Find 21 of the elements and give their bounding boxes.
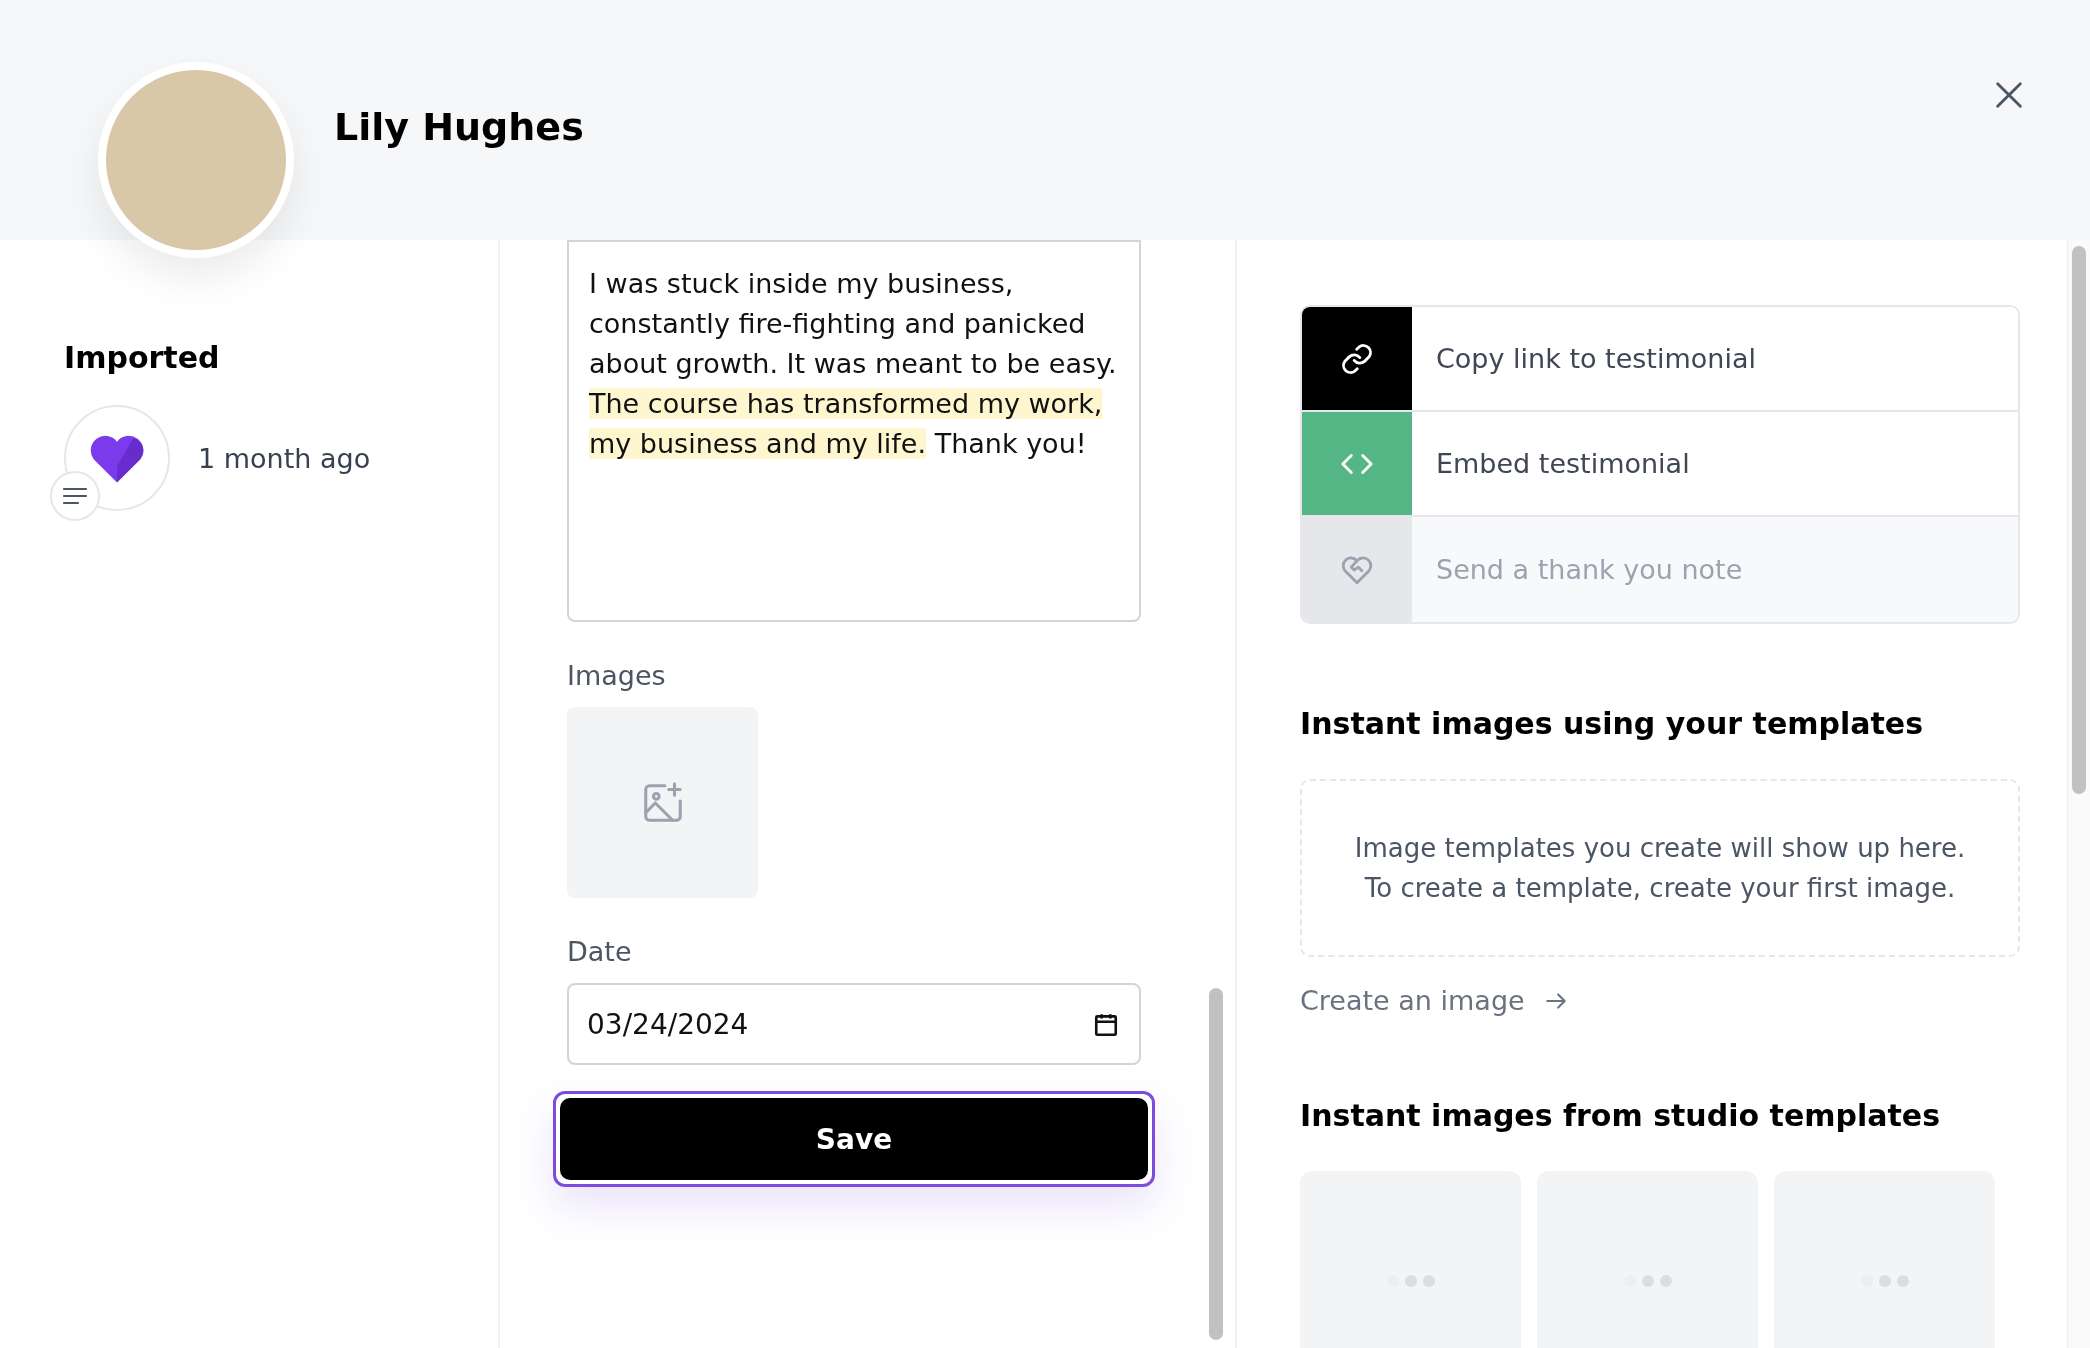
save-button[interactable]: Save xyxy=(560,1098,1148,1180)
add-image-button[interactable] xyxy=(567,707,758,898)
source-label: Imported xyxy=(64,340,221,375)
section-title: Instant images from studio templates xyxy=(1300,1098,1942,1133)
date-label: Date xyxy=(567,936,633,967)
link-icon xyxy=(1340,341,1374,376)
date-received: 1 month ago xyxy=(198,442,371,474)
date-field[interactable]: 03/24/2024 xyxy=(567,983,1141,1065)
customer-name: Lily Hughes xyxy=(334,105,584,149)
images-label: Images xyxy=(567,660,667,691)
action-item[interactable]: Embed testimonial xyxy=(1302,412,2018,517)
heart-icon xyxy=(89,433,145,483)
calendar-icon[interactable] xyxy=(1093,1012,1119,1038)
scrollbar-thumb[interactable] xyxy=(2072,246,2086,794)
action-item[interactable]: Copy link to testimonial xyxy=(1302,307,2018,412)
section-title: Instant images using your templates xyxy=(1300,706,1925,741)
scrollbar-thumb[interactable] xyxy=(1209,988,1223,1340)
empty-state-text: Image templates you create will show up here. To create a template, create your first image. xyxy=(1353,832,1967,905)
testimonial-text-area[interactable]: I was stuck inside my business, constantly fire-fighting and panicked about growth. It was meant to be easy. The course has transformed my work, my business and my life. Thank you! xyxy=(567,240,1141,622)
testimonial-text: I was stuck inside my business, constantly fire-fighting and panicked about growth. It was meant to be easy. The course has transformed my work, my business and my life. Thank you! xyxy=(589,267,1118,461)
create-image-link[interactable]: Create an image xyxy=(1300,985,1569,1016)
